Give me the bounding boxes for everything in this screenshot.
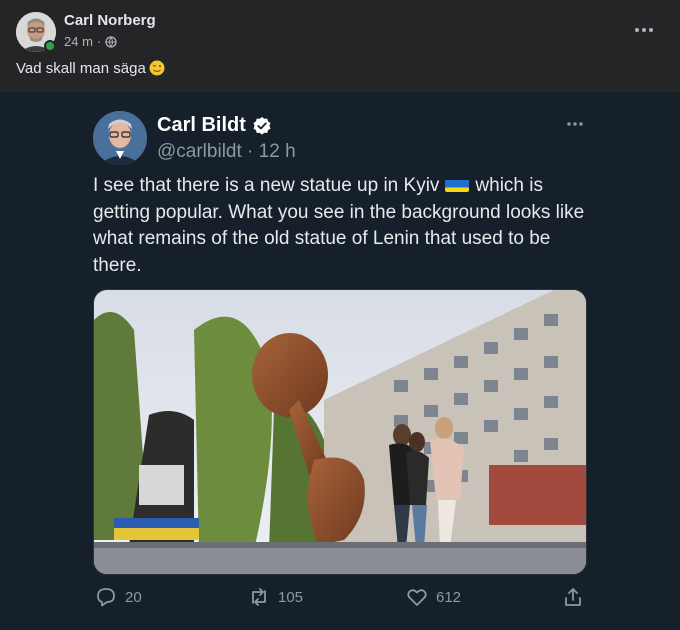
facebook-post-header: Carl Norberg 24 m · Vad skall man säga [0, 0, 680, 92]
tweet-author-name: Carl Bildt [157, 114, 272, 137]
like-count: 612 [436, 588, 462, 606]
reply-count: 20 [125, 588, 142, 606]
tweet-author-avatar [93, 111, 147, 165]
tweet-text: I see that there is a new statue up in K… [93, 173, 593, 279]
heart-icon [407, 589, 427, 606]
share-action [562, 586, 584, 608]
globe-icon[interactable] [105, 35, 117, 48]
share-icon [565, 588, 581, 606]
tweet-handle: @carlbildt [157, 141, 242, 162]
post-author-name[interactable]: Carl Norberg [64, 12, 156, 29]
tweet-text-part1: I see that there is a new statue up in K… [93, 175, 440, 196]
tweet-time: 12 h [258, 141, 296, 162]
verified-badge-icon [253, 116, 271, 135]
post-options-button[interactable] [632, 18, 656, 42]
like-action: 612 [406, 586, 461, 608]
reply-icon [97, 588, 115, 607]
post-time[interactable]: 24 m [64, 34, 93, 49]
post-caption: Vad skall man säga [16, 60, 165, 77]
post-meta: 24 m · [64, 34, 117, 49]
retweet-count: 105 [278, 588, 304, 606]
tweet-author-name-text: Carl Bildt [157, 114, 246, 136]
reply-action: 20 [95, 586, 142, 608]
tweet-actions: 20 105 612 [93, 586, 587, 612]
ukraine-flag-emoji [445, 177, 470, 192]
tweet-photo [93, 289, 587, 575]
tweet-handle-line: @carlbildt · 12 h [157, 141, 296, 162]
online-status-dot [44, 40, 56, 52]
post-caption-text: Vad skall man säga [16, 60, 146, 77]
retweet-icon [252, 588, 266, 606]
wink-face-emoji [149, 60, 165, 76]
meta-separator: · [96, 34, 102, 49]
more-horizontal-icon [635, 28, 653, 32]
retweet-action: 105 [248, 586, 303, 608]
tweet-more-icon [563, 114, 587, 134]
